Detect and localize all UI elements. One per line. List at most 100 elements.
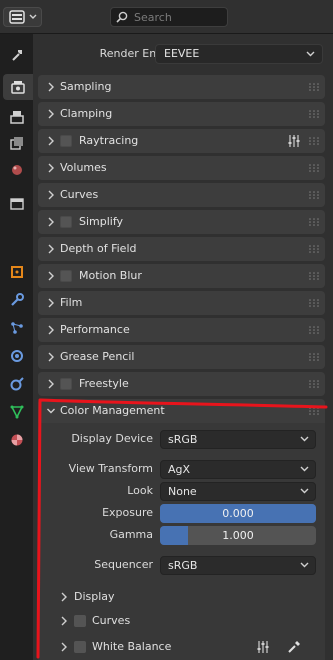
view-transform-dropdown[interactable]: AgX [160,460,316,479]
chevron-right-icon [61,592,67,602]
panel-raytracing[interactable]: Raytracing [38,129,325,153]
panel-depth-of-field[interactable]: Depth of Field [38,237,325,261]
drag-handle-icon[interactable] [309,407,319,415]
tab-view-layer[interactable] [3,130,31,156]
tab-object[interactable] [3,259,31,285]
render-properties: Render Engine EEVEE Sampling Clamping Rayt… [33,34,333,660]
editor-type-button[interactable] [3,7,42,27]
tab-tool[interactable] [3,42,31,68]
tab-material[interactable] [3,427,31,453]
drag-handle-icon[interactable] [309,353,319,361]
raytracing-checkbox[interactable] [60,135,72,147]
white-balance-checkbox[interactable] [74,641,86,653]
chevron-down-icon [47,408,55,414]
search-input[interactable]: Search [110,7,228,27]
chevron-down-icon [300,466,309,472]
drag-handle-icon[interactable] [309,245,319,253]
subpanel-display[interactable]: Display [56,586,316,608]
color-management-panel: Color Management Display Device sRGB Vie… [38,399,325,660]
tab-particles[interactable] [3,315,31,341]
color-management-label: Color Management [60,404,165,417]
drag-handle-icon[interactable] [309,83,319,91]
display-device-dropdown[interactable]: sRGB [160,430,316,449]
panel-label: Clamping [60,107,113,120]
drag-handle-icon[interactable] [309,110,319,118]
world-icon [10,198,24,210]
tool-icon [12,50,22,61]
panel-sampling[interactable]: Sampling [38,75,325,99]
panel-motion-blur[interactable]: Motion Blur [38,264,325,288]
drag-handle-icon[interactable] [309,380,319,388]
tab-constraints[interactable] [3,371,31,397]
panel-film[interactable]: Film [38,291,325,315]
tab-world[interactable] [3,191,31,217]
tab-scene[interactable] [3,157,31,183]
scene-icon [12,165,22,175]
simplify-checkbox[interactable] [60,216,72,228]
chevron-down-icon [29,14,37,19]
panel-label: Sampling [60,80,112,93]
gamma-label: Gamma [109,528,153,541]
panel-label: Depth of Field [60,242,137,255]
color-management-body: Display Device sRGB View Transform AgX L… [38,423,325,660]
editor-header: Search [0,0,333,34]
settings-sliders-icon[interactable] [287,134,301,148]
gamma-slider[interactable]: 1.000 [160,526,316,545]
motion-blur-checkbox[interactable] [60,270,72,282]
gamma-value: 1.000 [222,529,254,542]
panel-volumes[interactable]: Volumes [38,156,325,180]
freestyle-checkbox[interactable] [60,378,72,390]
physics-icon [11,350,23,362]
tab-data[interactable] [3,399,31,425]
tab-modifiers[interactable] [3,287,31,313]
chevron-right-icon [48,190,54,200]
tab-physics[interactable] [3,343,31,369]
sequencer-dropdown[interactable]: sRGB [160,556,316,575]
panel-freestyle[interactable]: Freestyle [38,372,325,396]
panel-curves[interactable]: Curves [38,183,325,207]
drag-handle-icon[interactable] [309,191,319,199]
panel-label: Volumes [60,161,107,174]
sequencer-label: Sequencer [94,558,153,571]
display-device-label: Display Device [71,432,153,445]
drag-handle-icon[interactable] [309,218,319,226]
color-management-header[interactable]: Color Management [38,399,325,423]
view-transform-value: AgX [168,463,191,476]
subpanel-curves[interactable]: Curves [56,610,316,632]
chevron-right-icon [48,379,54,389]
render-engine-dropdown[interactable]: EEVEE [155,44,323,64]
chevron-right-icon [48,325,54,335]
chevron-right-icon [48,109,54,119]
output-icon [10,111,24,124]
chevron-right-icon [48,217,54,227]
drag-handle-icon[interactable] [309,137,319,145]
tab-output[interactable] [3,104,31,130]
properties-editor: Search Render Engine EEVEE Sampling Clam… [0,0,333,660]
eyedropper-icon[interactable] [287,640,301,654]
panel-label: Performance [60,323,130,336]
panel-simplify[interactable]: Simplify [38,210,325,234]
chevron-down-icon [306,51,315,57]
chevron-right-icon [48,163,54,173]
panel-label: Motion Blur [79,269,142,282]
wrench-icon [11,293,24,306]
subpanel-white-balance[interactable]: White Balance [56,636,316,658]
tab-render[interactable] [3,74,33,100]
drag-handle-icon[interactable] [309,299,319,307]
object-icon [11,266,23,278]
chevron-right-icon [61,616,67,626]
drag-handle-icon[interactable] [309,272,319,280]
curves-checkbox[interactable] [74,615,86,627]
chevron-right-icon [48,244,54,254]
chevron-right-icon [61,642,67,652]
chevron-down-icon [300,488,309,494]
drag-handle-icon[interactable] [309,326,319,334]
panel-grease-pencil[interactable]: Grease Pencil [38,345,325,369]
look-dropdown[interactable]: None [160,482,316,501]
settings-sliders-icon[interactable] [256,640,270,654]
exposure-slider[interactable]: 0.000 [160,504,316,523]
chevron-down-icon [300,562,309,568]
panel-performance[interactable]: Performance [38,318,325,342]
drag-handle-icon[interactable] [309,164,319,172]
panel-clamping[interactable]: Clamping [38,102,325,126]
